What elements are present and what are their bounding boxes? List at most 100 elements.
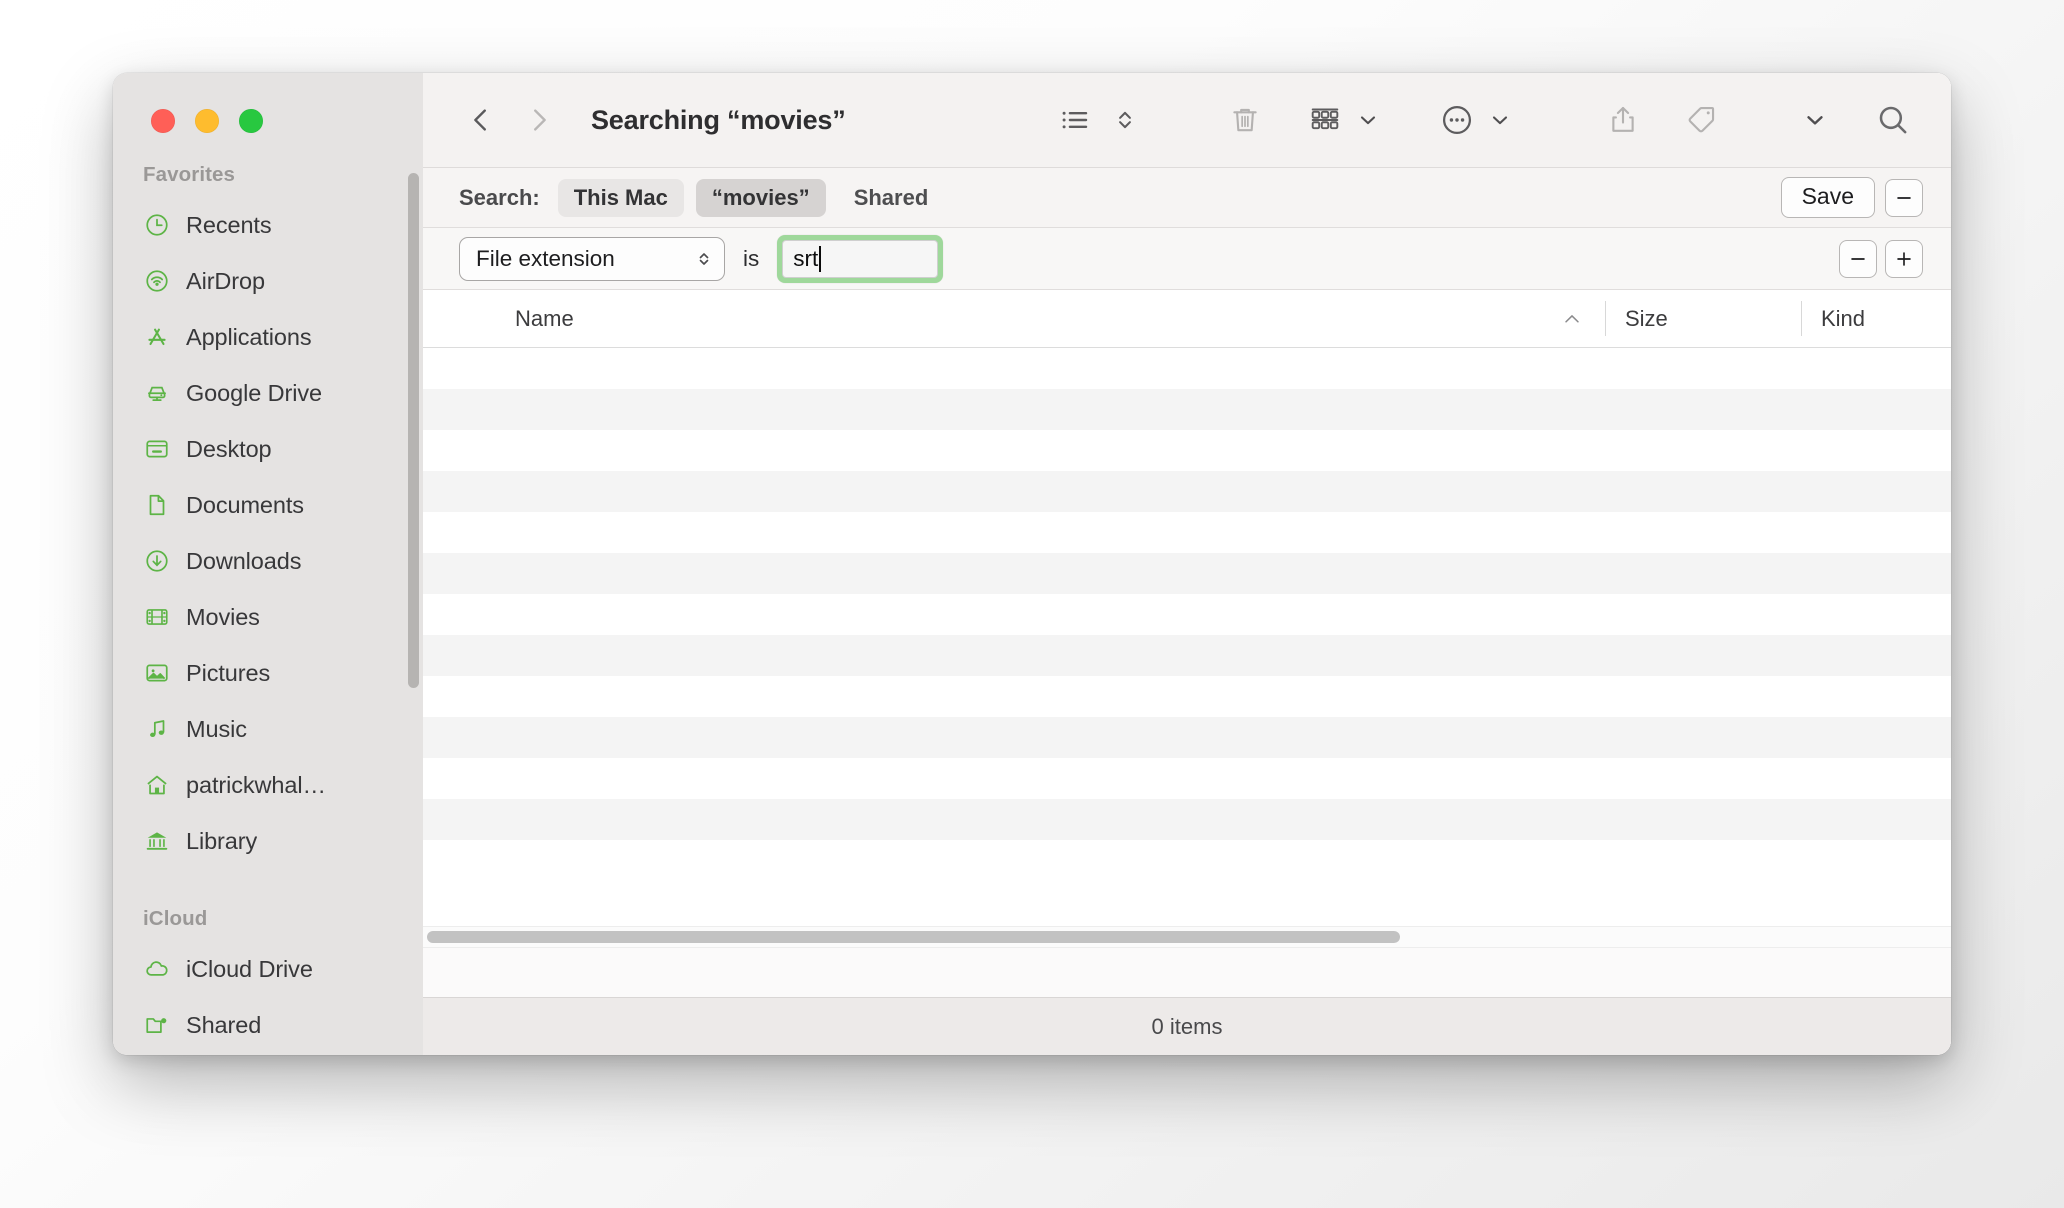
minus-icon [1897, 196, 1911, 199]
document-icon [143, 491, 171, 519]
sidebar-item-library[interactable]: Library [113, 813, 423, 869]
chevron-down-icon [1360, 116, 1376, 125]
sidebar-item-google-drive[interactable]: Google Drive [113, 365, 423, 421]
sidebar-item-label: Recents [186, 211, 272, 238]
scope-chip-shared[interactable]: Shared [838, 179, 945, 217]
sidebar-item-documents[interactable]: Documents [113, 477, 423, 533]
list-row [423, 717, 1951, 758]
minimize-button[interactable] [195, 109, 219, 133]
add-criterion-button[interactable] [1885, 239, 1923, 278]
list-row [423, 348, 1951, 389]
sidebar-item-downloads[interactable]: Downloads [113, 533, 423, 589]
sidebar-item-desktop[interactable]: Desktop [113, 421, 423, 477]
clock-icon [143, 211, 171, 239]
applications-icon [143, 323, 171, 351]
list-view-icon [1062, 111, 1088, 129]
criteria-row-actions [1839, 239, 1923, 278]
group-by-button[interactable] [1297, 92, 1353, 148]
column-header-label: Size [1625, 305, 1668, 331]
sidebar-scrollbar[interactable] [408, 173, 419, 688]
list-row [423, 594, 1951, 635]
search-icon [1879, 106, 1907, 134]
sidebar-item-airdrop[interactable]: AirDrop [113, 253, 423, 309]
list-view-button[interactable] [1049, 94, 1101, 146]
close-search-button[interactable] [1885, 178, 1923, 217]
search-label: Search: [459, 184, 540, 210]
sidebar-item-label: Shared [186, 1011, 262, 1038]
sidebar-item-label: Desktop [186, 435, 272, 462]
scope-chip-this-mac[interactable]: This Mac [557, 178, 684, 217]
save-button[interactable]: Save [1780, 177, 1875, 218]
toolbar: Searching “movies” [423, 73, 1951, 168]
close-button[interactable] [151, 109, 175, 133]
item-count-label: 0 items [1151, 1013, 1223, 1039]
chevron-down-icon [1807, 116, 1823, 125]
group-by-chevron[interactable] [1353, 108, 1383, 132]
toolbar-overflow-button[interactable] [1795, 107, 1835, 133]
sort-ascending-icon [1561, 308, 1583, 330]
sort-order-button[interactable] [1105, 94, 1145, 146]
sidebar-item-applications[interactable]: Applications [113, 309, 423, 365]
search-criteria-row: File extension is srt [423, 228, 1951, 290]
forward-button[interactable] [517, 98, 561, 142]
sidebar-item-icloud-drive[interactable]: iCloud Drive [113, 941, 423, 997]
sidebar-item-recents[interactable]: Recents [113, 197, 423, 253]
sidebar-section-favorites-title: Favorites [143, 163, 236, 186]
sidebar-item-home[interactable]: patrickwhal… [113, 757, 423, 813]
list-row [423, 553, 1951, 594]
column-header-size[interactable]: Size [1605, 290, 1801, 347]
main-pane: Searching “movies” Search: This Mac “mov… [423, 73, 1951, 1055]
sidebar-section-icloud-title: iCloud [143, 907, 208, 930]
list-row [423, 471, 1951, 512]
column-header-name[interactable]: Name [423, 290, 1605, 347]
sidebar-item-label: Pictures [186, 659, 271, 686]
attribute-select[interactable]: File extension [459, 236, 725, 281]
group-by-icon [1311, 108, 1339, 130]
sidebar-item-label: Applications [186, 323, 312, 350]
group-by-control [1297, 92, 1383, 148]
sidebar-item-label: Documents [186, 491, 304, 518]
tag-button[interactable] [1673, 92, 1729, 148]
share-button[interactable] [1595, 92, 1651, 148]
pictures-icon [143, 659, 171, 687]
sidebar-item-pictures[interactable]: Pictures [113, 645, 423, 701]
column-headers: Name Size Kind [423, 290, 1951, 348]
downloads-icon [143, 547, 171, 575]
column-header-kind[interactable]: Kind [1801, 290, 1951, 347]
remove-criterion-button[interactable] [1839, 239, 1877, 278]
chevron-updown-icon [1119, 111, 1131, 129]
home-icon [143, 771, 171, 799]
minus-icon [1851, 257, 1865, 260]
column-header-label: Kind [1821, 305, 1866, 331]
more-actions-button[interactable] [1429, 92, 1485, 148]
window-title: Searching “movies” [591, 104, 846, 135]
search-button[interactable] [1865, 92, 1921, 148]
list-row [423, 758, 1951, 799]
value-field-focus-ring: srt [777, 234, 944, 283]
value-input-text: srt [793, 245, 819, 271]
sidebar-item-movies[interactable]: Movies [113, 589, 423, 645]
sidebar-scroll-area[interactable]: Favorites Recents AirDrop Applications G… [113, 149, 423, 1055]
google-drive-icon [143, 379, 171, 407]
trash-icon [1233, 108, 1257, 132]
more-actions-chevron[interactable] [1485, 108, 1515, 132]
horizontal-scrollbar-thumb[interactable] [427, 931, 1400, 943]
sidebar-item-music[interactable]: Music [113, 701, 423, 757]
back-button[interactable] [459, 98, 503, 142]
scope-chip-movies[interactable]: “movies” [695, 178, 826, 217]
chevron-left-icon [474, 109, 486, 131]
list-row [423, 840, 1951, 881]
file-list[interactable] [423, 348, 1951, 997]
cloud-icon [143, 955, 171, 983]
text-caret [819, 245, 822, 272]
list-row [423, 635, 1951, 676]
search-bar-actions: Save [1780, 177, 1923, 218]
window-controls [151, 109, 263, 133]
sidebar-item-shared[interactable]: Shared [113, 997, 423, 1053]
list-row [423, 512, 1951, 553]
maximize-button[interactable] [239, 109, 263, 133]
horizontal-scrollbar[interactable] [423, 926, 1951, 948]
value-input[interactable]: srt [782, 239, 939, 278]
delete-button[interactable] [1215, 92, 1275, 148]
sidebar-item-label: Movies [186, 603, 260, 630]
